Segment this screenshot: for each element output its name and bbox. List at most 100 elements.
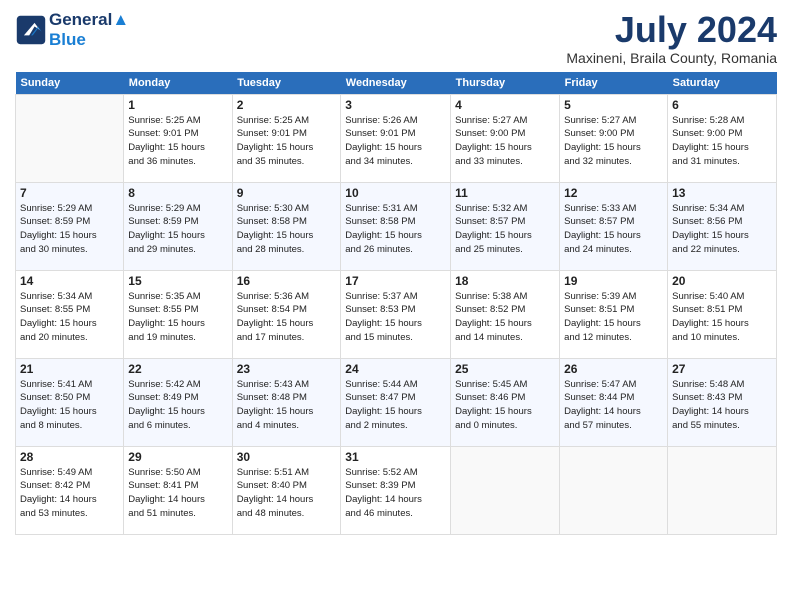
cell-info: Sunrise: 5:29 AMSunset: 8:59 PMDaylight:… xyxy=(20,202,119,257)
date-number: 1 xyxy=(128,98,227,112)
empty-cell xyxy=(668,446,777,534)
date-cell-22: 22Sunrise: 5:42 AMSunset: 8:49 PMDayligh… xyxy=(124,358,232,446)
header-row: SundayMondayTuesdayWednesdayThursdayFrid… xyxy=(16,72,777,95)
date-number: 3 xyxy=(345,98,446,112)
cell-info: Sunrise: 5:29 AMSunset: 8:59 PMDaylight:… xyxy=(128,202,227,257)
date-cell-5: 5 Sunrise: 5:27 AMSunset: 9:00 PMDaylight… xyxy=(560,94,668,182)
date-cell-2: 2 Sunrise: 5:25 AMSunset: 9:01 PMDaylight… xyxy=(232,94,341,182)
date-cell-6: 6 Sunrise: 5:28 AMSunset: 9:00 PMDaylight… xyxy=(668,94,777,182)
date-number: 12 xyxy=(564,186,663,200)
date-cell-17: 17Sunrise: 5:37 AMSunset: 8:53 PMDayligh… xyxy=(341,270,451,358)
date-cell-14: 14 Sunrise: 5:34 AMSunset: 8:55 PMDayligh… xyxy=(16,270,124,358)
day-header-saturday: Saturday xyxy=(668,72,777,95)
cell-info: Sunrise: 5:38 AMSunset: 8:52 PMDaylight:… xyxy=(455,290,555,345)
logo: General▲ Blue xyxy=(15,10,129,49)
date-number: 31 xyxy=(345,450,446,464)
date-number: 30 xyxy=(237,450,337,464)
day-header-tuesday: Tuesday xyxy=(232,72,341,95)
empty-cell xyxy=(451,446,560,534)
date-number: 17 xyxy=(345,274,446,288)
date-number: 11 xyxy=(455,186,555,200)
day-header-thursday: Thursday xyxy=(451,72,560,95)
date-number: 2 xyxy=(237,98,337,112)
week-row-5: 28Sunrise: 5:49 AMSunset: 8:42 PMDayligh… xyxy=(16,446,777,534)
cell-info: Sunrise: 5:45 AMSunset: 8:46 PMDaylight:… xyxy=(455,378,555,433)
date-number: 21 xyxy=(20,362,119,376)
date-cell-12: 12 Sunrise: 5:33 AMSunset: 8:57 PMDayligh… xyxy=(560,182,668,270)
date-number: 10 xyxy=(345,186,446,200)
date-number: 5 xyxy=(564,98,663,112)
cell-info: Sunrise: 5:42 AMSunset: 8:49 PMDaylight:… xyxy=(128,378,227,433)
date-number: 9 xyxy=(237,186,337,200)
week-row-1: 1 Sunrise: 5:25 AMSunset: 9:01 PMDaylight… xyxy=(16,94,777,182)
header: General▲ Blue July 2024 Maxineni, Braila… xyxy=(15,10,777,66)
date-number: 29 xyxy=(128,450,227,464)
date-cell-29: 29 Sunrise: 5:50 AMSunset: 8:41 PMDayligh… xyxy=(124,446,232,534)
cell-info: Sunrise: 5:33 AMSunset: 8:57 PMDaylight:… xyxy=(564,202,663,257)
cell-info: Sunrise: 5:34 AMSunset: 8:56 PMDaylight:… xyxy=(672,202,772,257)
date-number: 25 xyxy=(455,362,555,376)
date-cell-15: 15Sunrise: 5:35 AMSunset: 8:55 PMDayligh… xyxy=(124,270,232,358)
week-row-4: 21 Sunrise: 5:41 AMSunset: 8:50 PMDayligh… xyxy=(16,358,777,446)
date-number: 24 xyxy=(345,362,446,376)
day-header-sunday: Sunday xyxy=(16,72,124,95)
location: Maxineni, Braila County, Romania xyxy=(566,50,777,66)
date-cell-28: 28Sunrise: 5:49 AMSunset: 8:42 PMDayligh… xyxy=(16,446,124,534)
date-number: 18 xyxy=(455,274,555,288)
date-cell-8: 8 Sunrise: 5:29 AMSunset: 8:59 PMDaylight… xyxy=(124,182,232,270)
date-number: 4 xyxy=(455,98,555,112)
title-block: July 2024 Maxineni, Braila County, Roman… xyxy=(566,10,777,66)
cell-info: Sunrise: 5:27 AMSunset: 9:00 PMDaylight:… xyxy=(564,114,663,169)
date-cell-27: 27 Sunrise: 5:48 AMSunset: 8:43 PMDayligh… xyxy=(668,358,777,446)
date-number: 13 xyxy=(672,186,772,200)
date-cell-4: 4 Sunrise: 5:27 AMSunset: 9:00 PMDaylight… xyxy=(451,94,560,182)
logo-text: General▲ Blue xyxy=(49,10,129,49)
date-cell-23: 23 Sunrise: 5:43 AMSunset: 8:48 PMDayligh… xyxy=(232,358,341,446)
cell-info: Sunrise: 5:27 AMSunset: 9:00 PMDaylight:… xyxy=(455,114,555,169)
empty-cell xyxy=(16,94,124,182)
week-row-3: 14 Sunrise: 5:34 AMSunset: 8:55 PMDayligh… xyxy=(16,270,777,358)
cell-info: Sunrise: 5:49 AMSunset: 8:42 PMDaylight:… xyxy=(20,466,119,521)
cell-info: Sunrise: 5:52 AMSunset: 8:39 PMDaylight:… xyxy=(345,466,446,521)
cell-info: Sunrise: 5:51 AMSunset: 8:40 PMDaylight:… xyxy=(237,466,337,521)
cell-info: Sunrise: 5:43 AMSunset: 8:48 PMDaylight:… xyxy=(237,378,337,433)
date-number: 6 xyxy=(672,98,772,112)
cell-info: Sunrise: 5:48 AMSunset: 8:43 PMDaylight:… xyxy=(672,378,772,433)
cell-info: Sunrise: 5:25 AMSunset: 9:01 PMDaylight:… xyxy=(237,114,337,169)
date-cell-25: 25 Sunrise: 5:45 AMSunset: 8:46 PMDayligh… xyxy=(451,358,560,446)
cell-info: Sunrise: 5:39 AMSunset: 8:51 PMDaylight:… xyxy=(564,290,663,345)
date-number: 16 xyxy=(237,274,337,288)
date-number: 20 xyxy=(672,274,772,288)
cell-info: Sunrise: 5:32 AMSunset: 8:57 PMDaylight:… xyxy=(455,202,555,257)
date-cell-30: 30 Sunrise: 5:51 AMSunset: 8:40 PMDayligh… xyxy=(232,446,341,534)
date-cell-13: 13 Sunrise: 5:34 AMSunset: 8:56 PMDayligh… xyxy=(668,182,777,270)
cell-info: Sunrise: 5:40 AMSunset: 8:51 PMDaylight:… xyxy=(672,290,772,345)
cell-info: Sunrise: 5:31 AMSunset: 8:58 PMDaylight:… xyxy=(345,202,446,257)
date-number: 19 xyxy=(564,274,663,288)
date-number: 14 xyxy=(20,274,119,288)
date-cell-21: 21 Sunrise: 5:41 AMSunset: 8:50 PMDayligh… xyxy=(16,358,124,446)
date-number: 27 xyxy=(672,362,772,376)
date-cell-10: 10 Sunrise: 5:31 AMSunset: 8:58 PMDayligh… xyxy=(341,182,451,270)
cell-info: Sunrise: 5:44 AMSunset: 8:47 PMDaylight:… xyxy=(345,378,446,433)
date-number: 23 xyxy=(237,362,337,376)
date-number: 8 xyxy=(128,186,227,200)
cell-info: Sunrise: 5:36 AMSunset: 8:54 PMDaylight:… xyxy=(237,290,337,345)
date-cell-3: 3Sunrise: 5:26 AMSunset: 9:01 PMDaylight… xyxy=(341,94,451,182)
date-cell-26: 26Sunrise: 5:47 AMSunset: 8:44 PMDayligh… xyxy=(560,358,668,446)
cell-info: Sunrise: 5:47 AMSunset: 8:44 PMDaylight:… xyxy=(564,378,663,433)
cell-info: Sunrise: 5:34 AMSunset: 8:55 PMDaylight:… xyxy=(20,290,119,345)
empty-cell xyxy=(560,446,668,534)
cell-info: Sunrise: 5:41 AMSunset: 8:50 PMDaylight:… xyxy=(20,378,119,433)
date-cell-20: 20 Sunrise: 5:40 AMSunset: 8:51 PMDayligh… xyxy=(668,270,777,358)
day-header-monday: Monday xyxy=(124,72,232,95)
date-number: 15 xyxy=(128,274,227,288)
date-cell-18: 18 Sunrise: 5:38 AMSunset: 8:52 PMDayligh… xyxy=(451,270,560,358)
day-header-wednesday: Wednesday xyxy=(341,72,451,95)
cell-info: Sunrise: 5:50 AMSunset: 8:41 PMDaylight:… xyxy=(128,466,227,521)
cell-info: Sunrise: 5:28 AMSunset: 9:00 PMDaylight:… xyxy=(672,114,772,169)
calendar-page: General▲ Blue July 2024 Maxineni, Braila… xyxy=(0,0,792,612)
date-cell-7: 7Sunrise: 5:29 AMSunset: 8:59 PMDaylight… xyxy=(16,182,124,270)
date-cell-24: 24 Sunrise: 5:44 AMSunset: 8:47 PMDayligh… xyxy=(341,358,451,446)
date-cell-9: 9Sunrise: 5:30 AMSunset: 8:58 PMDaylight… xyxy=(232,182,341,270)
